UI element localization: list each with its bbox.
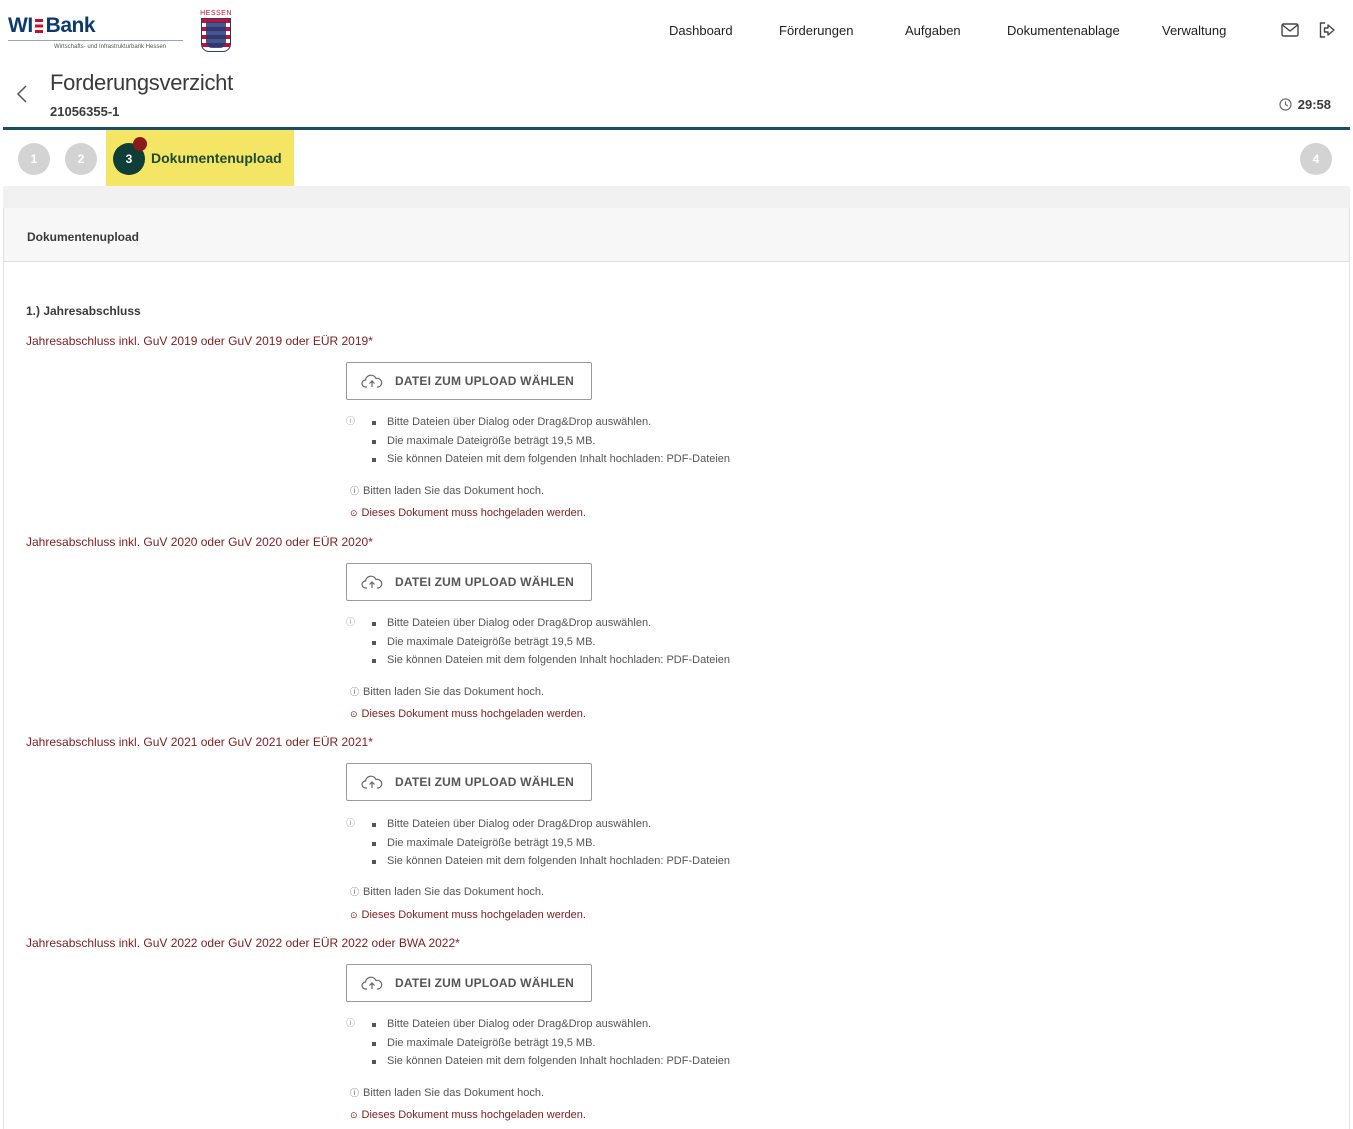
card-title: Dokumentenupload — [27, 230, 140, 244]
document-label: Jahresabschluss inkl. GuV 2021 oder GuV … — [26, 735, 373, 749]
info-icon: ⓘ — [350, 887, 360, 897]
cloud-upload-icon — [361, 575, 383, 589]
upload-info-note: ⓘ Bitten laden Sie das Dokument hoch. — [350, 484, 545, 497]
session-timer: 29:58 — [1279, 97, 1331, 112]
warning-circle-icon: ⊙ — [350, 1109, 358, 1120]
wibank-logo[interactable]: WI Bank Wirtschafts- und Infrastrukturban… — [8, 14, 183, 50]
step-notification-dot — [133, 137, 147, 151]
page-title: Forderungsverzicht — [50, 70, 233, 95]
cloud-upload-icon — [361, 775, 383, 789]
top-navigation-bar: WI Bank Wirtschafts- und Infrastrukturban… — [0, 0, 1353, 62]
active-step-label: Dokumentenupload — [151, 150, 282, 166]
back-chevron-icon[interactable] — [15, 84, 29, 104]
hint-item: Die maximale Dateigröße beträgt 19,5 MB. — [372, 1034, 730, 1053]
hint-item: Die maximale Dateigröße beträgt 19,5 MB. — [372, 432, 730, 451]
warning-circle-icon: ⊙ — [350, 507, 358, 518]
nav-foerderungen[interactable]: Förderungen — [779, 23, 853, 38]
required-note: ⊙ Dieses Dokument muss hochgeladen werde… — [350, 507, 586, 519]
info-icon: ⓘ — [346, 617, 356, 627]
document-label: Jahresabschluss inkl. GuV 2020 oder GuV … — [26, 535, 373, 549]
card-header: Dokumentenupload — [4, 208, 1349, 262]
document-label: Jahresabschluss inkl. GuV 2019 oder GuV … — [26, 334, 373, 348]
required-note: ⊙ Dieses Dokument muss hochgeladen werde… — [350, 909, 586, 921]
required-note: ⊙ Dieses Dokument muss hochgeladen werde… — [350, 1109, 586, 1121]
hint-item: Die maximale Dateigröße beträgt 19,5 MB. — [372, 633, 730, 652]
upload-info-note: ⓘ Bitten laden Sie das Dokument hoch. — [350, 885, 545, 898]
info-icon: ⓘ — [346, 818, 356, 828]
upload-info-note: ⓘ Bitten laden Sie das Dokument hoch. — [350, 685, 545, 698]
info-icon: ⓘ — [350, 486, 360, 496]
logo-wordmark: WI Bank — [8, 14, 96, 37]
timer-value: 29:58 — [1297, 97, 1331, 112]
info-icon: ⓘ — [346, 416, 356, 426]
hint-item: Sie können Dateien mit dem folgenden Inh… — [372, 651, 730, 670]
info-icon: ⓘ — [350, 687, 360, 697]
progress-stepper: 1 2 3 Dokumentenupload 4 — [3, 130, 1350, 186]
cloud-upload-icon — [361, 976, 383, 990]
warning-circle-icon: ⊙ — [350, 708, 358, 719]
step-4[interactable]: 4 — [1300, 143, 1332, 175]
logo-subtitle: Wirtschafts- und Infrastrukturbank Hesse… — [54, 44, 167, 50]
nav-dokumentenablage[interactable]: Dokumentenablage — [1007, 23, 1120, 38]
upload-file-button[interactable]: DATEI ZUM UPLOAD WÄHLEN — [346, 563, 592, 601]
clock-icon — [1279, 98, 1292, 111]
document-label: Jahresabschluss inkl. GuV 2022 oder GuV … — [26, 936, 460, 950]
nav-aufgaben[interactable]: Aufgaben — [905, 23, 961, 38]
info-icon: ⓘ — [350, 1088, 360, 1098]
warning-circle-icon: ⊙ — [350, 909, 358, 920]
hint-item: Sie können Dateien mit dem folgenden Inh… — [372, 852, 730, 871]
required-note: ⊙ Dieses Dokument muss hochgeladen werde… — [350, 708, 586, 720]
section-title: 1.) Jahresabschluss — [26, 304, 141, 318]
step-1[interactable]: 1 — [18, 143, 50, 175]
info-icon: ⓘ — [346, 1018, 356, 1028]
mail-icon[interactable] — [1280, 20, 1300, 40]
hessen-emblem: HESSEN — [197, 10, 235, 52]
upload-file-button[interactable]: DATEI ZUM UPLOAD WÄHLEN — [346, 964, 592, 1002]
nav-verwaltung[interactable]: Verwaltung — [1162, 23, 1226, 38]
hint-item: Bitte Dateien über Dialog oder Drag&Drop… — [372, 614, 730, 633]
upload-file-button[interactable]: DATEI ZUM UPLOAD WÄHLEN — [346, 763, 592, 801]
hessen-shield-icon — [201, 18, 231, 52]
upload-file-button[interactable]: DATEI ZUM UPLOAD WÄHLEN — [346, 362, 592, 400]
stepper-spacer — [3, 186, 1350, 208]
hint-item: Bitte Dateien über Dialog oder Drag&Drop… — [372, 1015, 730, 1034]
hint-item: Die maximale Dateigröße beträgt 19,5 MB. — [372, 834, 730, 853]
reference-number: 21056355-1 — [50, 104, 120, 119]
logout-icon[interactable] — [1317, 20, 1337, 40]
page-header: Forderungsverzicht 21056355-1 29:58 — [0, 62, 1353, 127]
hint-item: Bitte Dateien über Dialog oder Drag&Drop… — [372, 413, 730, 432]
hint-item: Sie können Dateien mit dem folgenden Inh… — [372, 1052, 730, 1071]
step-2[interactable]: 2 — [65, 143, 97, 175]
upload-info-note: ⓘ Bitten laden Sie das Dokument hoch. — [350, 1086, 545, 1099]
cloud-upload-icon — [361, 374, 383, 388]
nav-dashboard[interactable]: Dashboard — [669, 23, 733, 38]
hint-item: Sie können Dateien mit dem folgenden Inh… — [372, 450, 730, 469]
hint-item: Bitte Dateien über Dialog oder Drag&Drop… — [372, 815, 730, 834]
